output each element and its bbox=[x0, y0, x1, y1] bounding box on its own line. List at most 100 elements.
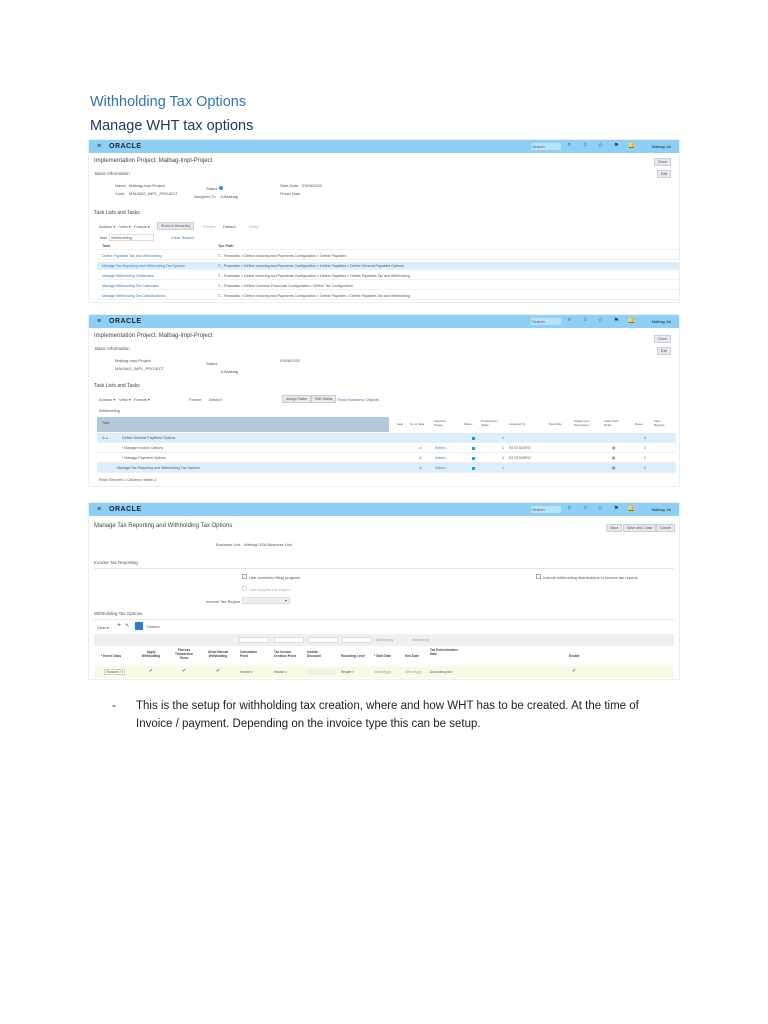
search-input[interactable]: Search bbox=[531, 506, 561, 513]
task-link[interactable]: Manage Withholding Certificates bbox=[102, 272, 154, 280]
user-menu[interactable]: Malbag Jul bbox=[652, 319, 671, 324]
table-row[interactable]: Standard I ▾ ✔ ✔ ✔ Invoice ▾ Invoice ▾ H… bbox=[94, 666, 674, 678]
table-row[interactable]: Manage Withholding Tax Calendars T... Fin… bbox=[97, 282, 679, 290]
task-name[interactable]: Manage Tax Reporting and Withholding Tax… bbox=[117, 463, 200, 473]
determination-date-select[interactable]: Accounting da ▾ bbox=[430, 670, 453, 674]
notes-count[interactable]: 0 bbox=[644, 463, 646, 473]
scope-select[interactable]: Select... bbox=[435, 443, 448, 453]
table-row[interactable]: Manage Withholding Certificates T... Fina… bbox=[97, 272, 679, 280]
actions-menu[interactable]: Actions ▾ bbox=[99, 397, 115, 402]
table-row[interactable]: Manage Withholding Tax Classifications T.… bbox=[97, 292, 679, 300]
add-icon[interactable]: + bbox=[117, 622, 121, 629]
expand-icon[interactable]: ⇅ ▴ bbox=[102, 433, 108, 443]
clear-search-link[interactable]: Clear Search bbox=[171, 235, 194, 240]
user-menu[interactable]: Malbag Jul bbox=[652, 144, 671, 149]
user-menu[interactable]: Malbag Jul bbox=[652, 507, 671, 512]
format-menu[interactable]: Format ▾ bbox=[134, 397, 150, 402]
predecessor-count[interactable]: 1 bbox=[502, 433, 504, 443]
end-date-filter[interactable]: dd/mm/yy bbox=[412, 637, 429, 642]
cancel-button[interactable]: Cancel bbox=[656, 524, 676, 532]
home-icon[interactable]: ⌂ bbox=[583, 142, 587, 148]
start-date-filter[interactable]: dd/mm/yy bbox=[376, 637, 393, 642]
star-icon[interactable]: ☆ bbox=[598, 142, 603, 149]
view-menu[interactable]: View ▾ bbox=[97, 625, 109, 630]
detach-button[interactable]: Detach bbox=[209, 397, 222, 402]
task-filter-input[interactable]: Withholding bbox=[109, 234, 154, 241]
filter-input[interactable] bbox=[239, 637, 269, 643]
include-discount-select[interactable] bbox=[307, 669, 335, 675]
edit-status-button[interactable]: Edit Status bbox=[311, 395, 337, 403]
home-icon[interactable]: ⌂ bbox=[583, 505, 587, 511]
combined-filing-checkbox[interactable] bbox=[242, 574, 247, 579]
filter-input[interactable] bbox=[342, 637, 372, 643]
search-input[interactable]: Search bbox=[531, 143, 561, 150]
star-icon[interactable]: ☆ bbox=[598, 505, 603, 512]
filter-input[interactable] bbox=[274, 637, 304, 643]
task-link[interactable]: Manage Tax Reporting and Withholding Tax… bbox=[102, 262, 185, 270]
calculation-point-select[interactable]: Invoice ▾ bbox=[240, 670, 253, 674]
allow-manual-checkbox[interactable]: ✔ bbox=[216, 668, 220, 674]
apply-withholding-checkbox[interactable]: ✔ bbox=[149, 668, 153, 674]
roles-icon[interactable]: ▤ bbox=[612, 453, 615, 463]
roles-icon[interactable]: ▤ bbox=[612, 443, 615, 453]
save-and-close-button[interactable]: Save and Close bbox=[623, 524, 657, 532]
bell-icon[interactable]: 🔔 bbox=[628, 505, 635, 512]
view-menu[interactable]: View ▾ bbox=[119, 224, 131, 229]
predecessor-count[interactable]: 1 bbox=[502, 463, 504, 473]
actions-menu[interactable]: Actions ▾ bbox=[99, 224, 115, 229]
go-to-task-icon[interactable]: ⊙ bbox=[419, 443, 422, 453]
view-menu[interactable]: View ▾ bbox=[119, 397, 131, 402]
task-name[interactable]: * Manage Payment Options bbox=[122, 453, 166, 463]
end-date-input[interactable]: dd/mm/yyyy bbox=[405, 670, 422, 674]
format-menu[interactable]: Format ▾ bbox=[134, 224, 150, 229]
event-class-select[interactable]: Standard I ▾ bbox=[104, 669, 126, 675]
flag-icon[interactable]: ⚑ bbox=[614, 505, 619, 512]
flag-icon[interactable]: ⚑ bbox=[614, 317, 619, 324]
include-distributions-checkbox[interactable] bbox=[536, 574, 541, 579]
search-icon[interactable]: ⌕ bbox=[568, 142, 571, 149]
creation-point-select[interactable]: Invoice ▾ bbox=[274, 670, 287, 674]
table-row[interactable]: Manage Tax Reporting and Withholding Tax… bbox=[97, 463, 676, 473]
freeze-button[interactable]: Freeze bbox=[203, 224, 215, 229]
notes-count[interactable]: 0 bbox=[644, 433, 646, 443]
edit-button[interactable]: Edit bbox=[656, 170, 671, 178]
query-by-example-icon[interactable] bbox=[135, 622, 143, 630]
freeze-button[interactable]: Freeze bbox=[189, 397, 201, 402]
rounding-level-select[interactable]: Header ▾ bbox=[341, 670, 354, 674]
predecessor-count[interactable]: 1 bbox=[502, 443, 504, 453]
flag-icon[interactable]: ⚑ bbox=[614, 142, 619, 149]
task-link[interactable]: Define Payables Tax and Withholding bbox=[102, 252, 161, 260]
predecessor-count[interactable]: 1 bbox=[502, 453, 504, 463]
task-link[interactable]: Manage Withholding Tax Calendars bbox=[102, 282, 159, 290]
basic-info-header[interactable]: Basic Information bbox=[95, 171, 130, 176]
search-icon[interactable]: ⌕ bbox=[568, 505, 571, 512]
bell-icon[interactable]: 🔔 bbox=[628, 317, 635, 324]
assign-tasks-button[interactable]: Assign Tasks bbox=[282, 395, 311, 403]
start-date-input[interactable]: dd/mm/yyyy bbox=[374, 670, 391, 674]
search-input[interactable]: Search bbox=[531, 318, 561, 325]
detach-button[interactable]: Detach bbox=[223, 224, 236, 229]
menu-icon[interactable]: ≡ bbox=[97, 143, 101, 150]
table-row[interactable]: * Manage Invoice Options ⊙ Select... 1 F… bbox=[97, 443, 676, 453]
menu-icon[interactable]: ≡ bbox=[97, 506, 101, 513]
wrap-button[interactable]: Wrap bbox=[249, 224, 258, 229]
done-button[interactable]: Done bbox=[654, 158, 671, 166]
done-button[interactable]: Done bbox=[654, 335, 671, 343]
bell-icon[interactable]: 🔔 bbox=[628, 142, 635, 149]
process-taxes-checkbox[interactable]: ✔ bbox=[182, 668, 186, 674]
edit-button[interactable]: Edit bbox=[656, 347, 671, 355]
basic-info-header[interactable]: Basic Information bbox=[95, 346, 130, 351]
table-row[interactable]: Manage Tax Reporting and Withholding Tax… bbox=[97, 262, 679, 270]
income-tax-region-select[interactable]: ▾ bbox=[242, 597, 290, 604]
save-button[interactable]: Save bbox=[606, 524, 623, 532]
supplier-region-checkbox[interactable] bbox=[242, 586, 247, 591]
search-icon[interactable]: ⌕ bbox=[568, 317, 571, 324]
table-row[interactable]: * Manage Payment Options ⊙ Select... 1 F… bbox=[97, 453, 676, 463]
task-filter-input[interactable]: Withholding bbox=[99, 408, 120, 413]
show-business-objects-link[interactable]: Show Business Objects bbox=[337, 397, 379, 402]
notes-count[interactable]: 0 bbox=[644, 443, 646, 453]
show-hierarchy-button[interactable]: Show in Hierarchy bbox=[157, 222, 195, 230]
task-link[interactable]: Manage Withholding Tax Classifications bbox=[102, 292, 165, 300]
star-icon[interactable]: ☆ bbox=[598, 317, 603, 324]
notes-count[interactable]: 0 bbox=[644, 453, 646, 463]
